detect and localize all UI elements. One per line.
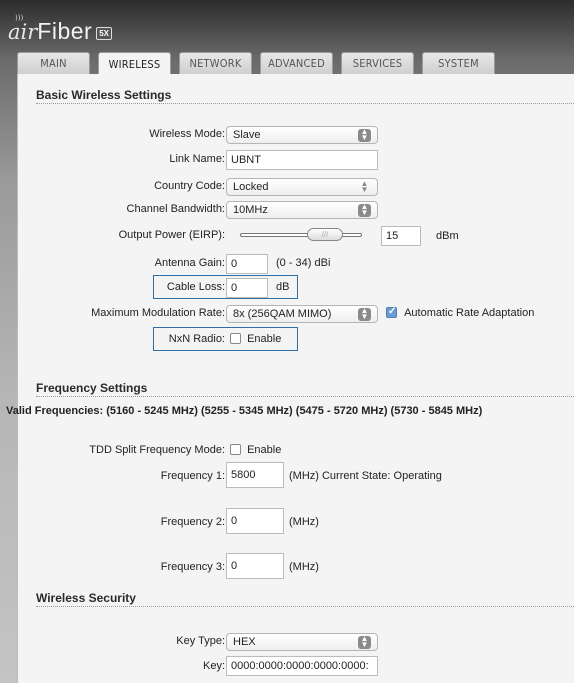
- tab-wireless[interactable]: WIRELESS: [98, 52, 171, 75]
- frequency-3-note: (MHz): [289, 561, 319, 573]
- logo-badge: 5X: [96, 27, 112, 40]
- cable-loss-unit: dB: [276, 281, 290, 293]
- tdd-split-label: TDD Split Frequency Mode:: [89, 444, 225, 456]
- country-code-select[interactable]: Locked ▲ ▼: [226, 178, 378, 196]
- airfiber-logo: ))) air Fiber 5X: [8, 14, 112, 44]
- frequency-settings-title: Frequency Settings: [36, 381, 574, 397]
- auto-rate-adaptation: Automatic Rate Adaptation: [386, 306, 535, 319]
- logo-fiber: Fiber: [37, 18, 93, 44]
- frequency-2-label: Frequency 2:: [160, 516, 225, 528]
- link-name-label: Link Name:: [169, 153, 225, 165]
- valid-frequencies: Valid Frequencies: (5160 - 5245 MHz) (52…: [6, 405, 483, 417]
- tdd-split-enable: Enable: [230, 444, 281, 456]
- wireless-security-title: Wireless Security: [36, 591, 574, 607]
- chevron-updown-icon: ▲ ▼: [358, 307, 371, 321]
- tab-system[interactable]: SYSTEM: [422, 52, 495, 74]
- frequency-2-input[interactable]: 0: [226, 508, 284, 534]
- settings-panel: Basic Wireless Settings Wireless Mode: S…: [6, 74, 574, 683]
- main-tabs: MAIN WIRELESS NETWORK ADVANCED SERVICES …: [17, 52, 503, 75]
- output-power-slider-track[interactable]: [240, 233, 362, 237]
- auto-rate-adaptation-checkbox[interactable]: [386, 306, 397, 318]
- signal-icon: ))): [15, 14, 24, 22]
- nxn-radio-checkbox[interactable]: [230, 333, 241, 344]
- tab-main[interactable]: MAIN: [17, 52, 90, 74]
- antenna-gain-range: (0 - 34) dBi: [276, 257, 331, 269]
- channel-bandwidth-label: Channel Bandwidth:: [126, 203, 225, 215]
- basic-wireless-title: Basic Wireless Settings: [36, 88, 574, 104]
- key-type-select[interactable]: HEX ▲ ▼: [226, 633, 378, 651]
- frequency-2-note: (MHz): [289, 516, 319, 528]
- wireless-mode-select[interactable]: Slave ▲ ▼: [226, 126, 378, 144]
- frequency-1-note: (MHz) Current State: Operating: [289, 470, 442, 482]
- chevron-updown-icon: ▲ ▼: [360, 179, 369, 194]
- tab-services[interactable]: SERVICES: [341, 52, 414, 74]
- max-mod-rate-select[interactable]: 8x (256QAM MIMO) ▲ ▼: [226, 305, 378, 323]
- key-type-label: Key Type:: [176, 635, 225, 647]
- output-power-input[interactable]: 15: [381, 226, 421, 246]
- tab-advanced[interactable]: ADVANCED: [260, 52, 333, 74]
- chevron-updown-icon: ▲ ▼: [358, 203, 371, 217]
- key-label: Key:: [202, 660, 225, 672]
- nxn-radio-enable-label: Enable: [247, 333, 282, 345]
- chevron-updown-icon: ▲ ▼: [358, 635, 371, 649]
- key-input[interactable]: 0000:0000:0000:0000:0000:: [226, 656, 378, 676]
- cable-loss-input[interactable]: 0: [226, 278, 268, 298]
- frequency-3-input[interactable]: 0: [226, 553, 284, 579]
- tab-network[interactable]: NETWORK: [179, 52, 252, 74]
- country-code-label: Country Code:: [154, 180, 225, 192]
- frequency-1-input[interactable]: 5800: [226, 462, 284, 488]
- frequency-1-label: Frequency 1:: [160, 470, 225, 482]
- output-power-label: Output Power (EIRP):: [118, 229, 225, 241]
- link-name-input[interactable]: UBNT: [226, 150, 378, 170]
- auto-rate-adaptation-label: Automatic Rate Adaptation: [404, 307, 535, 319]
- wireless-mode-label: Wireless Mode:: [149, 128, 225, 140]
- antenna-gain-input[interactable]: 0: [226, 254, 268, 274]
- chevron-updown-icon: ▲ ▼: [358, 128, 371, 142]
- output-power-slider-handle[interactable]: ///: [307, 228, 343, 241]
- nxn-radio-label: NxN Radio:: [168, 333, 225, 345]
- tdd-split-checkbox[interactable]: [230, 444, 241, 455]
- logo-air: ))) air: [8, 14, 38, 44]
- nxn-radio-enable: Enable: [230, 333, 281, 345]
- max-mod-rate-label: Maximum Modulation Rate:: [91, 307, 225, 319]
- output-power-unit: dBm: [436, 230, 459, 242]
- antenna-gain-label: Antenna Gain:: [154, 257, 225, 269]
- tdd-split-enable-label: Enable: [247, 444, 282, 456]
- channel-bandwidth-select[interactable]: 10MHz ▲ ▼: [226, 201, 378, 219]
- cable-loss-label: Cable Loss:: [166, 281, 225, 293]
- frequency-3-label: Frequency 3:: [160, 561, 225, 573]
